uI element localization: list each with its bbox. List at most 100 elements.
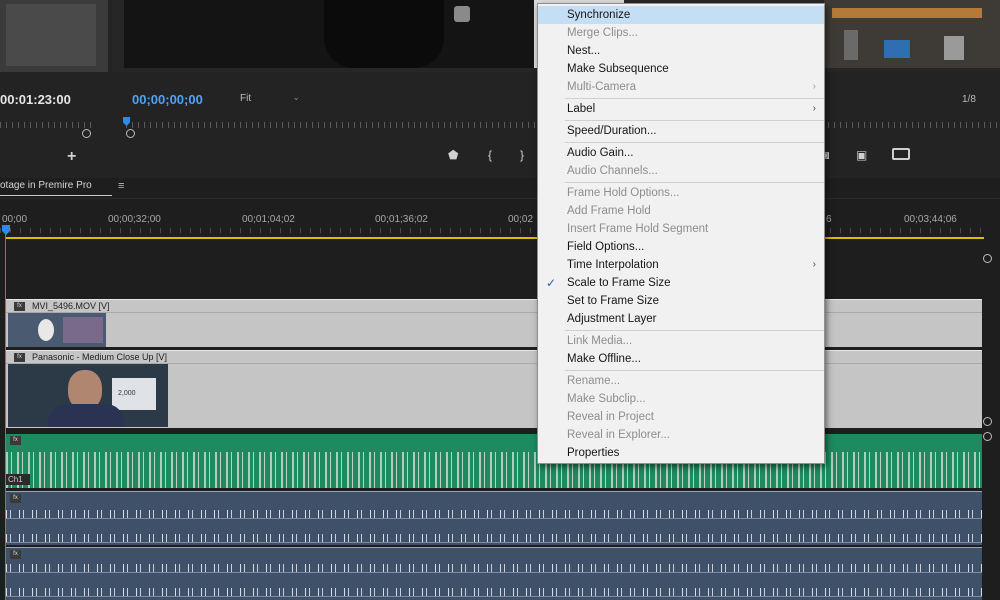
ruler-time-label: 00;02: [508, 214, 534, 225]
menu-item-link-media: Link Media...: [538, 332, 824, 350]
menu-separator: [565, 370, 824, 371]
menu-item-multi-camera: Multi-Camera ›: [538, 78, 824, 96]
menu-item-label: Nest...: [567, 45, 601, 57]
zoom-level-dropdown[interactable]: Fit ⌄: [240, 92, 302, 107]
menu-item-synchronize[interactable]: Synchronize: [538, 6, 824, 24]
menu-item-label: Rename...: [567, 375, 621, 387]
video-clip-v2[interactable]: fx MVI_5496.MOV [V]: [6, 299, 982, 347]
audio-clip-a2[interactable]: fx: [6, 491, 982, 545]
menu-item-label: Add Frame Hold: [567, 205, 651, 217]
menu-item-properties[interactable]: Properties: [538, 444, 824, 462]
ruler-time-label: 6: [826, 214, 832, 225]
menu-item-insert-frame-hold-segment: Insert Frame Hold Segment: [538, 220, 824, 238]
menu-item-set-to-frame-size[interactable]: Set to Frame Size: [538, 292, 824, 310]
menu-item-label: Synchronize: [567, 9, 631, 21]
vr-video-icon[interactable]: [892, 148, 910, 160]
menu-item-label: Scale to Frame Size: [567, 277, 671, 289]
menu-item-label: Reveal in Project: [567, 411, 654, 423]
chevron-down-icon: ⌄: [292, 92, 300, 102]
scroll-handle[interactable]: [983, 254, 992, 263]
menu-item-time-interpolation[interactable]: Time Interpolation ›: [538, 256, 824, 274]
button-editor-add-button[interactable]: +: [67, 148, 76, 166]
menu-item-make-offline[interactable]: Make Offline...: [538, 350, 824, 368]
menu-item-speed-duration[interactable]: Speed/Duration...: [538, 122, 824, 140]
menu-item-label: Merge Clips...: [567, 27, 638, 39]
checkmark-icon: ✓: [546, 276, 557, 290]
menu-item-adjustment-layer[interactable]: Adjustment Layer: [538, 310, 824, 328]
fx-badge: fx: [14, 302, 25, 311]
menu-item-reveal-in-explorer: Reveal in Explorer...: [538, 426, 824, 444]
menu-item-label: Make Offline...: [567, 353, 641, 365]
menu-separator: [565, 120, 824, 121]
menu-item-label: Time Interpolation: [567, 259, 659, 271]
clip-context-menu: Synchronize Merge Clips... Nest... Make …: [537, 3, 825, 464]
menu-separator: [565, 98, 824, 99]
program-timecode[interactable]: 00;00;00;00: [132, 92, 203, 107]
menu-item-label: Make Subclip...: [567, 393, 646, 405]
add-marker-icon[interactable]: ⬟: [448, 148, 458, 162]
menu-item-label: Audio Channels...: [567, 165, 658, 177]
audio-clip-a3[interactable]: fx: [6, 547, 982, 600]
fx-badge: fx: [10, 494, 21, 503]
menu-item-field-options[interactable]: Field Options...: [538, 238, 824, 256]
clip-name: MVI_5496.MOV [V]: [32, 301, 110, 311]
mark-out-icon[interactable]: }: [520, 148, 524, 162]
fx-badge: fx: [10, 550, 21, 559]
menu-item-label: Multi-Camera: [567, 81, 637, 93]
zoom-level-value: Fit: [240, 93, 252, 104]
panel-menu-icon[interactable]: ≡: [118, 180, 124, 192]
sequence-tab[interactable]: otage in Premire Pro: [0, 180, 92, 191]
menu-item-scale-to-frame-size[interactable]: ✓ Scale to Frame Size: [538, 274, 824, 292]
panel-divider: [0, 198, 1000, 199]
source-timecode[interactable]: 00:01:23:00: [0, 92, 71, 107]
ruler-time-label: 00;00;32;00: [108, 214, 161, 225]
ruler-time-label: 00;00: [2, 214, 28, 225]
fx-badge: fx: [10, 436, 21, 445]
menu-separator: [565, 182, 824, 183]
menu-item-label: Link Media...: [567, 335, 633, 347]
menu-item-label: Frame Hold Options...: [567, 187, 680, 199]
mark-in-icon[interactable]: {: [488, 148, 492, 162]
timeline-ruler[interactable]: [0, 228, 985, 233]
menu-item-label: Reveal in Explorer...: [567, 429, 670, 441]
menu-item-label: Field Options...: [567, 241, 645, 253]
playback-resolution[interactable]: 1/8: [962, 94, 976, 105]
program-zoom-handle[interactable]: [126, 129, 135, 138]
menu-item-frame-hold-options: Frame Hold Options...: [538, 184, 824, 202]
menu-item-label: Label: [567, 103, 596, 115]
menu-item-label: Audio Gain...: [567, 147, 634, 159]
source-ruler[interactable]: [0, 122, 94, 128]
menu-item-nest[interactable]: Nest...: [538, 42, 824, 60]
clip-thumbnail: 2,000: [8, 364, 168, 427]
menu-item-make-subsequence[interactable]: Make Subsequence: [538, 60, 824, 78]
menu-separator: [565, 330, 824, 331]
fx-badge: fx: [14, 353, 25, 362]
menu-item-audio-channels: Audio Channels...: [538, 162, 824, 180]
menu-item-label-submenu[interactable]: Label ›: [538, 100, 824, 118]
submenu-arrow-icon: ›: [812, 81, 816, 92]
submenu-arrow-icon: ›: [812, 259, 816, 270]
menu-item-audio-gain[interactable]: Audio Gain...: [538, 144, 824, 162]
work-area-bar[interactable]: [6, 237, 984, 239]
menu-item-merge-clips: Merge Clips...: [538, 24, 824, 42]
audio-channel-label: Ch1: [6, 474, 30, 485]
scroll-handle[interactable]: [983, 417, 992, 426]
menu-item-rename: Rename...: [538, 372, 824, 390]
menu-item-add-frame-hold: Add Frame Hold: [538, 202, 824, 220]
sequence-tab-underline: [0, 195, 112, 196]
comparison-view-icon[interactable]: ▣: [856, 148, 867, 162]
menu-separator: [565, 142, 824, 143]
source-zoom-handle[interactable]: [82, 129, 91, 138]
menu-item-label: Adjustment Layer: [567, 313, 657, 325]
menu-item-label: Set to Frame Size: [567, 295, 660, 307]
submenu-arrow-icon: ›: [812, 103, 816, 114]
audio-clip-a1[interactable]: fx Ch1: [6, 434, 982, 488]
clip-name: Panasonic - Medium Close Up [V]: [32, 352, 168, 362]
menu-item-label: Insert Frame Hold Segment: [567, 223, 709, 235]
menu-item-label: Speed/Duration...: [567, 125, 657, 137]
ruler-time-label: 00;01;36;02: [375, 214, 428, 225]
thumbnail-text: 2,000: [118, 390, 136, 397]
ruler-time-label: 00;03;44;06: [904, 214, 957, 225]
scroll-handle[interactable]: [983, 432, 992, 441]
video-clip-v1[interactable]: fx Panasonic - Medium Close Up [V] 2,000: [6, 350, 982, 428]
